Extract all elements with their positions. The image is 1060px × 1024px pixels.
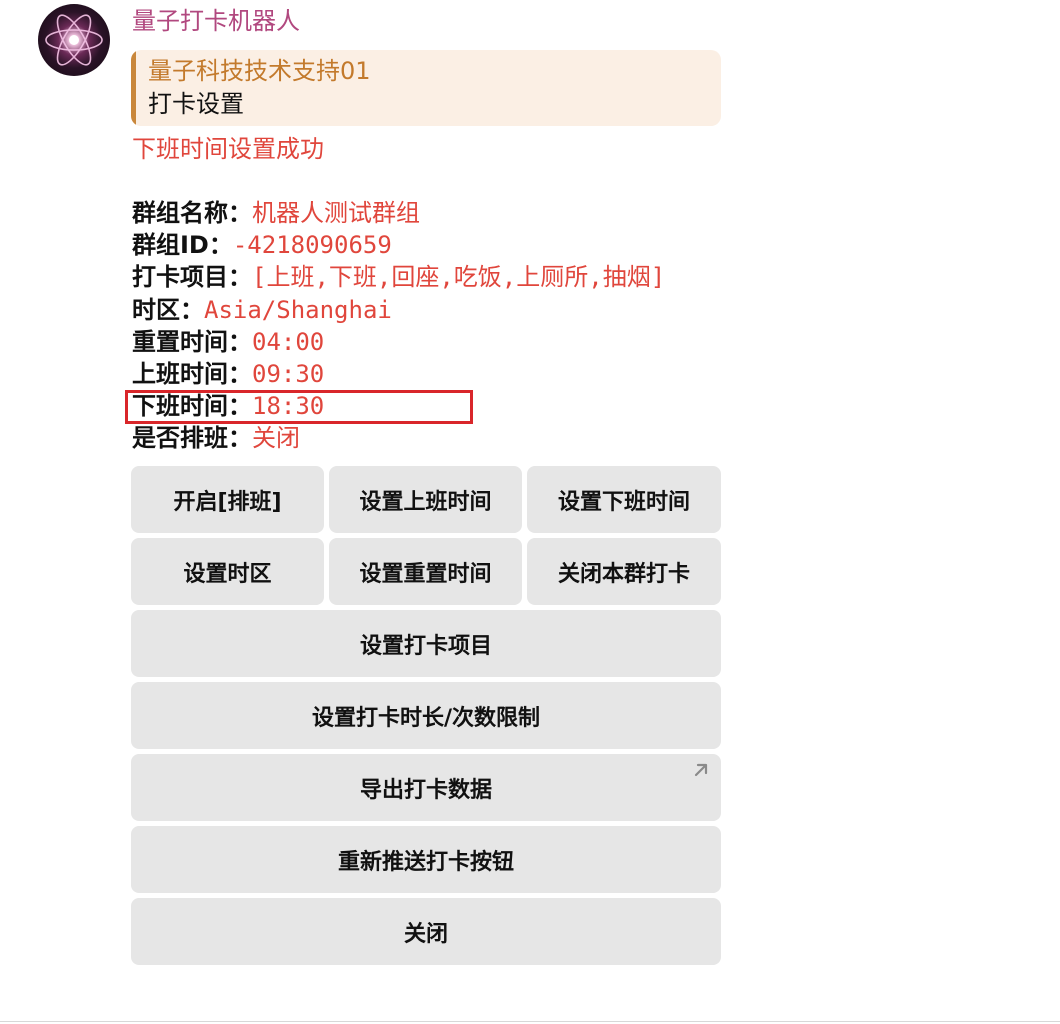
info-group-id: 群组ID：-4218090659	[132, 229, 665, 261]
info-label: 上班时间：	[132, 359, 252, 388]
bot-avatar[interactable]	[38, 4, 110, 76]
reply-accent-bar	[131, 50, 136, 126]
set-duration-limit-button[interactable]: 设置打卡时长/次数限制	[131, 682, 721, 749]
info-label: 是否排班：	[132, 424, 252, 453]
info-timezone: 时区：Asia/Shanghai	[132, 294, 665, 326]
export-data-label: 导出打卡数据	[359, 777, 492, 803]
info-group-name: 群组名称：机器人测试群组	[132, 197, 665, 229]
reply-author: 量子科技技术支持01	[148, 57, 371, 85]
reply-text: 打卡设置	[148, 90, 244, 118]
enable-scheduling-button[interactable]: 开启[排班]	[131, 466, 324, 533]
divider	[0, 1021, 1060, 1022]
info-label: 群组ID：	[132, 231, 233, 260]
info-value: [上班,下班,回座,吃饭,上厕所,抽烟]	[252, 263, 666, 292]
set-checkin-items-button[interactable]: 设置打卡项目	[131, 610, 721, 677]
info-label: 群组名称：	[132, 199, 252, 227]
set-end-time-button[interactable]: 设置下班时间	[527, 466, 721, 533]
info-label: 时区：	[132, 295, 204, 324]
info-shift-scheduling: 是否排班：关闭	[132, 422, 665, 454]
close-button[interactable]: 关闭	[131, 898, 721, 965]
info-reset-time: 重置时间：04:00	[132, 326, 665, 358]
info-label: 打卡项目：	[132, 263, 252, 292]
set-start-time-button[interactable]: 设置上班时间	[329, 466, 522, 533]
info-value: 04:00	[252, 327, 325, 356]
disable-group-checkin-button[interactable]: 关闭本群打卡	[527, 538, 721, 605]
info-value: 机器人测试群组	[252, 199, 420, 227]
info-start-time: 上班时间：09:30	[132, 358, 665, 390]
set-timezone-button[interactable]: 设置时区	[131, 538, 324, 605]
status-message: 下班时间设置成功	[132, 135, 324, 163]
external-link-arrow-icon	[694, 763, 708, 777]
info-value: 关闭	[252, 424, 300, 453]
sender-name[interactable]: 量子打卡机器人	[132, 4, 300, 38]
repush-buttons-button[interactable]: 重新推送打卡按钮	[131, 826, 721, 893]
info-value: 09:30	[252, 359, 325, 388]
export-data-button[interactable]: 导出打卡数据	[131, 754, 721, 821]
atom-icon	[45, 14, 103, 66]
info-checkin-items: 打卡项目：[上班,下班,回座,吃饭,上厕所,抽烟]	[132, 261, 665, 293]
reply-quote[interactable]: 量子科技技术支持01 打卡设置	[131, 50, 721, 126]
set-reset-time-button[interactable]: 设置重置时间	[329, 538, 522, 605]
info-value: Asia/Shanghai	[204, 295, 392, 324]
highlight-box	[125, 390, 473, 424]
info-label: 重置时间：	[132, 327, 252, 356]
info-value: -4218090659	[232, 231, 392, 260]
